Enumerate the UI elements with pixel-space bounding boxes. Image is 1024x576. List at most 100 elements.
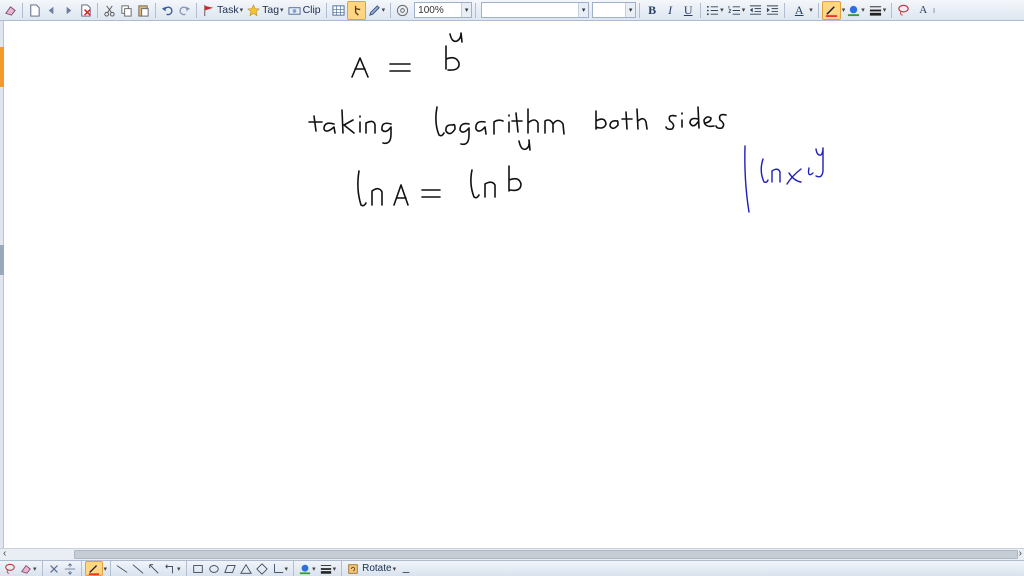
pen-color-button[interactable] <box>821 0 841 20</box>
parallelogram-shape-icon[interactable] <box>222 561 238 576</box>
at-sign-icon[interactable] <box>394 1 411 20</box>
ink-stroke-blue <box>744 145 824 213</box>
toolbar-separator <box>22 2 23 18</box>
chevron-down-icon[interactable]: ▾ <box>720 6 724 14</box>
color-fill-icon <box>299 564 311 574</box>
text-color-button[interactable]: A ▾ <box>788 1 815 20</box>
lasso-select-icon[interactable] <box>2 561 18 576</box>
toolbar-separator <box>325 2 327 18</box>
forward-arrow-icon[interactable] <box>60 1 77 20</box>
toolbar-separator <box>293 561 295 576</box>
bold-button[interactable]: B <box>643 1 661 20</box>
delete-icon[interactable] <box>46 561 62 576</box>
italic-button[interactable]: I <box>661 1 679 20</box>
eraser-tool-button[interactable]: ▾ <box>18 561 39 576</box>
ink-stroke-line2 <box>308 106 727 146</box>
highlight-color-button[interactable]: ▾ <box>845 1 867 20</box>
arrow-shape-icon[interactable] <box>146 561 162 576</box>
font-size-select[interactable]: ▾ <box>592 2 637 18</box>
bullet-list-button[interactable]: ▾ <box>704 1 726 20</box>
decrease-indent-icon[interactable] <box>747 1 764 20</box>
toolbar-separator <box>155 2 156 18</box>
tag-button[interactable]: Tag ▾ <box>245 1 285 20</box>
new-page-icon[interactable] <box>26 1 43 20</box>
numbered-list-button[interactable]: ▾ <box>726 1 748 20</box>
line-width-button[interactable]: ▾ <box>318 561 339 576</box>
rotate-label: Rotate <box>362 563 392 574</box>
lasso-icon[interactable] <box>895 1 912 20</box>
back-arrow-icon[interactable] <box>43 1 60 20</box>
chevron-down-icon[interactable]: ▾ <box>382 6 386 14</box>
scroll-right-icon[interactable]: › <box>1019 548 1022 559</box>
ellipse-shape-icon[interactable] <box>206 561 222 576</box>
chevron-down-icon[interactable]: ▾ <box>578 3 589 17</box>
ink-to-text-label: A <box>919 4 928 16</box>
paste-icon[interactable] <box>135 1 152 20</box>
drawing-toolbar: ▾ ▾ ▾ ▾ ▾ ▾ Rotate ▾ <box>0 560 1024 576</box>
chevron-down-icon[interactable]: ▾ <box>280 6 284 14</box>
tag-label: Tag <box>262 4 280 16</box>
touch-mode-icon[interactable] <box>346 0 366 20</box>
clip-label: Clip <box>302 4 321 16</box>
more-options-icon[interactable] <box>398 561 414 576</box>
undo-icon[interactable] <box>159 1 176 20</box>
eraser-icon <box>21 564 31 574</box>
toolbar-separator <box>784 2 786 18</box>
axis-shape-icon[interactable]: ▾ <box>270 561 291 576</box>
scrollbar-thumb[interactable] <box>74 550 1018 559</box>
chevron-down-icon[interactable]: ▾ <box>809 6 813 14</box>
font-name-select[interactable]: ▾ <box>481 2 590 18</box>
toolbar-separator <box>700 2 702 18</box>
ink-to-text-button[interactable]: A <box>912 1 941 20</box>
rectangle-shape-icon[interactable] <box>190 561 206 576</box>
chevron-down-icon[interactable]: ▾ <box>240 6 244 14</box>
increase-indent-icon[interactable] <box>764 1 781 20</box>
horizontal-scrollbar[interactable]: ‹ › <box>0 548 1024 560</box>
elbow-arrow-icon[interactable]: ▾ <box>162 561 183 576</box>
chevron-down-icon[interactable]: ▾ <box>177 565 181 573</box>
delete-page-icon[interactable] <box>77 1 94 20</box>
line-shape-icon[interactable] <box>114 561 130 576</box>
numbered-list-icon <box>727 5 740 15</box>
chevron-down-icon[interactable]: ▾ <box>461 3 472 17</box>
pen-color-button[interactable] <box>84 561 103 576</box>
line-shape-icon[interactable] <box>130 561 146 576</box>
scroll-left-icon[interactable]: ‹ <box>3 548 6 559</box>
chevron-down-icon[interactable]: ▾ <box>883 6 887 14</box>
redo-icon[interactable] <box>176 1 193 20</box>
toolbar-separator <box>97 2 98 18</box>
line-width-button[interactable]: ▾ <box>867 1 889 20</box>
toolbar-separator <box>639 2 641 18</box>
ink-stroke-line1 <box>351 32 463 78</box>
line-width-icon <box>869 5 881 16</box>
chevron-down-icon[interactable]: ▾ <box>333 565 337 573</box>
cut-icon[interactable] <box>101 1 118 20</box>
chevron-down-icon[interactable]: ▾ <box>285 565 289 573</box>
copy-icon[interactable] <box>118 1 135 20</box>
chevron-down-icon[interactable]: ▾ <box>742 6 746 14</box>
insert-space-icon[interactable] <box>62 561 78 576</box>
chevron-down-icon[interactable]: ▾ <box>393 565 397 573</box>
rotate-button[interactable]: Rotate ▾ <box>345 561 398 576</box>
underline-button[interactable]: U <box>679 1 697 20</box>
triangle-shape-icon[interactable] <box>238 561 254 576</box>
toolbar-separator <box>185 561 187 576</box>
ink-layer <box>308 32 824 213</box>
chevron-down-icon[interactable]: ▾ <box>33 565 37 573</box>
page-grid-icon[interactable] <box>330 1 347 20</box>
eraser-icon[interactable] <box>2 1 19 20</box>
task-button[interactable]: Task ▾ <box>200 1 245 20</box>
note-canvas[interactable] <box>4 21 1024 548</box>
chevron-down-icon[interactable]: ▾ <box>861 6 865 14</box>
chevron-down-icon[interactable]: ▾ <box>625 3 636 17</box>
pen-tool-button[interactable]: ▾ <box>366 1 388 20</box>
toolbar-separator <box>80 561 82 576</box>
chevron-down-icon[interactable]: ▾ <box>104 565 108 573</box>
zoom-select[interactable]: 100% ▾ <box>414 2 473 18</box>
fill-color-button[interactable]: ▾ <box>297 561 318 576</box>
clip-button[interactable]: Clip <box>286 1 323 20</box>
toolbar-separator <box>41 561 43 576</box>
diamond-shape-icon[interactable] <box>254 561 270 576</box>
chevron-down-icon[interactable]: ▾ <box>312 565 316 573</box>
ink-stroke-line3 <box>357 139 531 207</box>
